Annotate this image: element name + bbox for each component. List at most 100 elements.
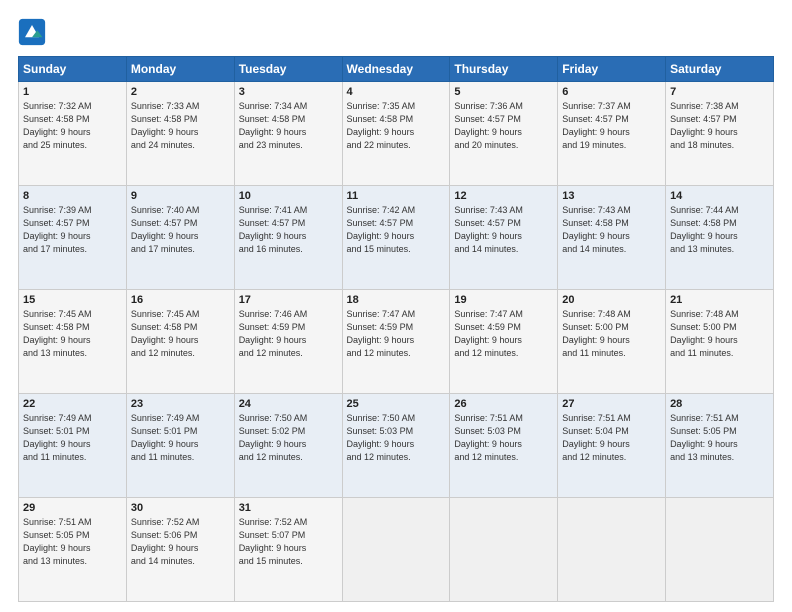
calendar-week-3: 22 Sunrise: 7:49 AM Sunset: 5:01 PM Dayli… [19, 394, 774, 498]
day-number: 20 [562, 294, 661, 306]
day-number: 7 [670, 86, 769, 98]
calendar-cell [558, 498, 666, 602]
day-info: Sunrise: 7:44 AM Sunset: 4:58 PM Dayligh… [670, 204, 769, 256]
calendar-cell: 30Sunrise: 7:52 AM Sunset: 5:06 PM Dayli… [126, 498, 234, 602]
header-sunday: Sunday [19, 57, 127, 82]
day-info: Sunrise: 7:37 AM Sunset: 4:57 PM Dayligh… [562, 100, 661, 152]
calendar-cell: 13 Sunrise: 7:43 AM Sunset: 4:58 PM Dayli… [558, 186, 666, 290]
calendar-cell [342, 498, 450, 602]
day-number: 26 [454, 398, 553, 410]
day-number: 11 [347, 190, 446, 202]
calendar-cell: 24 Sunrise: 7:50 AM Sunset: 5:02 PM Dayli… [234, 394, 342, 498]
day-number: 14 [670, 190, 769, 202]
calendar-cell: 23Sunrise: 7:49 AM Sunset: 5:01 PM Dayli… [126, 394, 234, 498]
day-number: 3 [239, 86, 338, 98]
calendar: SundayMondayTuesdayWednesdayThursdayFrid… [18, 56, 774, 602]
calendar-cell: 7Sunrise: 7:38 AM Sunset: 4:57 PM Daylig… [666, 82, 774, 186]
header-wednesday: Wednesday [342, 57, 450, 82]
calendar-cell: 6 Sunrise: 7:37 AM Sunset: 4:57 PM Daylig… [558, 82, 666, 186]
header-monday: Monday [126, 57, 234, 82]
day-number: 19 [454, 294, 553, 306]
day-info: Sunrise: 7:51 AM Sunset: 5:03 PM Dayligh… [454, 412, 553, 464]
header-friday: Friday [558, 57, 666, 82]
day-info: Sunrise: 7:32 AM Sunset: 4:58 PM Dayligh… [23, 100, 122, 152]
day-number: 8 [23, 190, 122, 202]
calendar-week-2: 15 Sunrise: 7:45 AM Sunset: 4:58 PM Dayli… [19, 290, 774, 394]
day-info: Sunrise: 7:40 AM Sunset: 4:57 PM Dayligh… [131, 204, 230, 256]
day-info: Sunrise: 7:43 AM Sunset: 4:58 PM Dayligh… [562, 204, 661, 256]
calendar-cell: 12 Sunrise: 7:43 AM Sunset: 4:57 PM Dayli… [450, 186, 558, 290]
calendar-cell: 4 Sunrise: 7:35 AM Sunset: 4:58 PM Daylig… [342, 82, 450, 186]
calendar-cell [666, 498, 774, 602]
day-info: Sunrise: 7:47 AM Sunset: 4:59 PM Dayligh… [454, 308, 553, 360]
calendar-cell: 29Sunrise: 7:51 AM Sunset: 5:05 PM Dayli… [19, 498, 127, 602]
calendar-cell: 20 Sunrise: 7:48 AM Sunset: 5:00 PM Dayli… [558, 290, 666, 394]
logo [18, 18, 50, 46]
calendar-cell: 15 Sunrise: 7:45 AM Sunset: 4:58 PM Dayli… [19, 290, 127, 394]
day-number: 28 [670, 398, 769, 410]
day-info: Sunrise: 7:36 AM Sunset: 4:57 PM Dayligh… [454, 100, 553, 152]
day-number: 2 [131, 86, 230, 98]
calendar-cell: 10 Sunrise: 7:41 AM Sunset: 4:57 PM Dayli… [234, 186, 342, 290]
day-info: Sunrise: 7:46 AM Sunset: 4:59 PM Dayligh… [239, 308, 338, 360]
day-number: 16 [131, 294, 230, 306]
calendar-cell: 1 Sunrise: 7:32 AM Sunset: 4:58 PM Daylig… [19, 82, 127, 186]
day-number: 25 [347, 398, 446, 410]
calendar-cell: 22 Sunrise: 7:49 AM Sunset: 5:01 PM Dayli… [19, 394, 127, 498]
day-number: 5 [454, 86, 553, 98]
calendar-cell: 25 Sunrise: 7:50 AM Sunset: 5:03 PM Dayli… [342, 394, 450, 498]
calendar-cell: 21 Sunrise: 7:48 AM Sunset: 5:00 PM Dayli… [666, 290, 774, 394]
day-info: Sunrise: 7:52 AM Sunset: 5:07 PM Dayligh… [239, 516, 338, 568]
day-number: 10 [239, 190, 338, 202]
day-number: 4 [347, 86, 446, 98]
day-number: 21 [670, 294, 769, 306]
day-info: Sunrise: 7:49 AM Sunset: 5:01 PM Dayligh… [131, 412, 230, 464]
day-info: Sunrise: 7:51 AM Sunset: 5:05 PM Dayligh… [670, 412, 769, 464]
calendar-cell: 2 Sunrise: 7:33 AM Sunset: 4:58 PM Daylig… [126, 82, 234, 186]
day-number: 31 [239, 502, 338, 514]
calendar-cell: 16 Sunrise: 7:45 AM Sunset: 4:58 PM Dayli… [126, 290, 234, 394]
day-info: Sunrise: 7:45 AM Sunset: 4:58 PM Dayligh… [131, 308, 230, 360]
day-number: 13 [562, 190, 661, 202]
day-info: Sunrise: 7:50 AM Sunset: 5:02 PM Dayligh… [239, 412, 338, 464]
day-info: Sunrise: 7:50 AM Sunset: 5:03 PM Dayligh… [347, 412, 446, 464]
calendar-cell: 3 Sunrise: 7:34 AM Sunset: 4:58 PM Daylig… [234, 82, 342, 186]
day-info: Sunrise: 7:45 AM Sunset: 4:58 PM Dayligh… [23, 308, 122, 360]
day-info: Sunrise: 7:51 AM Sunset: 5:04 PM Dayligh… [562, 412, 661, 464]
day-number: 12 [454, 190, 553, 202]
day-info: Sunrise: 7:51 AM Sunset: 5:05 PM Dayligh… [23, 516, 122, 568]
calendar-week-1: 8 Sunrise: 7:39 AM Sunset: 4:57 PM Daylig… [19, 186, 774, 290]
calendar-cell: 14 Sunrise: 7:44 AM Sunset: 4:58 PM Dayli… [666, 186, 774, 290]
day-number: 30 [131, 502, 230, 514]
day-info: Sunrise: 7:47 AM Sunset: 4:59 PM Dayligh… [347, 308, 446, 360]
calendar-cell: 26 Sunrise: 7:51 AM Sunset: 5:03 PM Dayli… [450, 394, 558, 498]
day-info: Sunrise: 7:48 AM Sunset: 5:00 PM Dayligh… [562, 308, 661, 360]
calendar-cell: 27 Sunrise: 7:51 AM Sunset: 5:04 PM Dayli… [558, 394, 666, 498]
calendar-cell [450, 498, 558, 602]
calendar-cell: 28 Sunrise: 7:51 AM Sunset: 5:05 PM Dayli… [666, 394, 774, 498]
day-number: 27 [562, 398, 661, 410]
day-info: Sunrise: 7:49 AM Sunset: 5:01 PM Dayligh… [23, 412, 122, 464]
day-number: 22 [23, 398, 122, 410]
day-number: 24 [239, 398, 338, 410]
calendar-cell: 31 Sunrise: 7:52 AM Sunset: 5:07 PM Dayli… [234, 498, 342, 602]
day-info: Sunrise: 7:35 AM Sunset: 4:58 PM Dayligh… [347, 100, 446, 152]
day-number: 1 [23, 86, 122, 98]
day-info: Sunrise: 7:39 AM Sunset: 4:57 PM Dayligh… [23, 204, 122, 256]
general-blue-icon [18, 18, 46, 46]
day-info: Sunrise: 7:33 AM Sunset: 4:58 PM Dayligh… [131, 100, 230, 152]
day-number: 6 [562, 86, 661, 98]
day-info: Sunrise: 7:48 AM Sunset: 5:00 PM Dayligh… [670, 308, 769, 360]
calendar-cell: 9 Sunrise: 7:40 AM Sunset: 4:57 PM Daylig… [126, 186, 234, 290]
day-info: Sunrise: 7:34 AM Sunset: 4:58 PM Dayligh… [239, 100, 338, 152]
day-info: Sunrise: 7:41 AM Sunset: 4:57 PM Dayligh… [239, 204, 338, 256]
day-number: 9 [131, 190, 230, 202]
calendar-cell: 5 Sunrise: 7:36 AM Sunset: 4:57 PM Daylig… [450, 82, 558, 186]
day-number: 15 [23, 294, 122, 306]
header-tuesday: Tuesday [234, 57, 342, 82]
day-number: 18 [347, 294, 446, 306]
calendar-cell: 11Sunrise: 7:42 AM Sunset: 4:57 PM Dayli… [342, 186, 450, 290]
calendar-header-row: SundayMondayTuesdayWednesdayThursdayFrid… [19, 57, 774, 82]
calendar-cell: 17Sunrise: 7:46 AM Sunset: 4:59 PM Dayli… [234, 290, 342, 394]
day-info: Sunrise: 7:43 AM Sunset: 4:57 PM Dayligh… [454, 204, 553, 256]
